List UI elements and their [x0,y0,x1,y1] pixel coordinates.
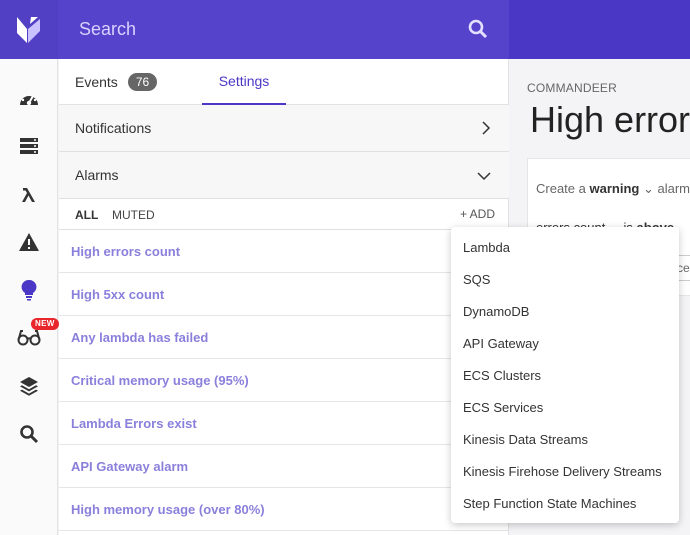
alarms-section[interactable]: Alarms [59,152,509,199]
menu-item[interactable]: Kinesis Firehose Delivery Streams [451,455,679,487]
alarm-list-item[interactable]: Lambda Errors exist [59,402,509,445]
top-bar: Search [58,0,690,59]
tab-bar: Events 76 Settings [59,59,509,105]
tab-settings-label: Settings [218,73,270,89]
tab-events[interactable]: Events 76 [75,59,158,105]
warning-icon [19,233,39,251]
create-prefix: Create a [536,181,586,196]
filter-muted[interactable]: MUTED [112,208,155,222]
menu-item[interactable]: SQS [451,263,679,295]
search-placeholder: Search [79,19,137,39]
nav-dashboard[interactable] [0,75,58,123]
nav-servers[interactable] [0,122,58,170]
chevron-right-icon [482,121,491,135]
glasses-icon [17,330,41,346]
severity-select[interactable]: warning [590,181,640,196]
breadcrumb[interactable]: COMMANDEER [527,81,617,95]
nav-stacks[interactable] [0,362,58,410]
menu-item[interactable]: Step Function State Machines [451,487,679,519]
alarm-name: High errors count [71,243,181,259]
alarm-list-item[interactable]: Any lambda has failed [59,316,509,359]
search-icon [20,425,39,444]
alarm-list-item[interactable]: High errors count [59,230,509,273]
events-count-badge: 76 [127,73,158,91]
nav-search[interactable] [0,410,58,458]
icon-rail: NEW [0,0,59,535]
alarms-label: Alarms [75,167,119,183]
add-alarm-dropdown: Lambda SQS DynamoDB API Gateway ECS Clusters… [451,227,679,523]
menu-item[interactable]: ECS Clusters [451,359,679,391]
layers-icon [20,377,38,396]
logo-icon [17,16,40,43]
filter-all[interactable]: ALL [75,208,98,222]
menu-item[interactable]: Kinesis Data Streams [451,423,679,455]
chevron-down-icon [477,172,491,181]
search-input[interactable]: Search [58,0,509,59]
nav-insights[interactable] [0,266,58,314]
alarm-name: API Gateway alarm [71,458,189,474]
settings-panel: Events 76 Settings Notifications Alarms … [59,59,509,535]
servers-icon [20,138,38,154]
menu-item[interactable]: ECS Services [451,391,679,423]
alarm-list-item[interactable]: API Gateway alarm [59,445,509,488]
alarm-name: Critical memory usage (95%) [71,372,249,388]
notifications-label: Notifications [75,120,152,136]
app-logo[interactable] [0,0,58,59]
tab-settings[interactable]: Settings [202,59,286,105]
search-icon[interactable] [467,18,489,40]
nav-alerts[interactable] [0,218,58,266]
alarm-filter-bar: ALL MUTED + ADD [59,199,509,230]
alarm-list-item[interactable]: High memory usage (over 80%) [59,488,509,531]
add-alarm-button[interactable]: + ADD [460,207,495,221]
alarm-name: Any lambda has failed [71,329,209,345]
chevron-down-icon: ⌄ [642,181,654,196]
alarm-name: High 5xx count [71,286,165,302]
nav-observe[interactable]: NEW [0,313,59,361]
tab-events-label: Events [75,74,118,90]
menu-item[interactable]: DynamoDB [451,295,679,327]
menu-item[interactable]: API Gateway [451,327,679,359]
lambda-icon [22,188,35,202]
dashboard-icon [20,92,38,106]
new-badge: NEW [31,318,59,330]
alarm-list-item[interactable]: Critical memory usage (95%) [59,359,509,402]
alarm-name: Lambda Errors exist [71,415,197,431]
nav-lambda[interactable] [0,171,58,219]
alarm-list-item[interactable]: High 5xx count [59,273,509,316]
notifications-section[interactable]: Notifications [59,105,509,152]
menu-item[interactable]: Lambda [451,231,679,263]
page-title: High errors count [530,99,690,140]
lightbulb-icon [21,279,37,301]
alarm-name: High memory usage (over 80%) [71,501,265,517]
create-suffix: alarm [657,181,690,196]
